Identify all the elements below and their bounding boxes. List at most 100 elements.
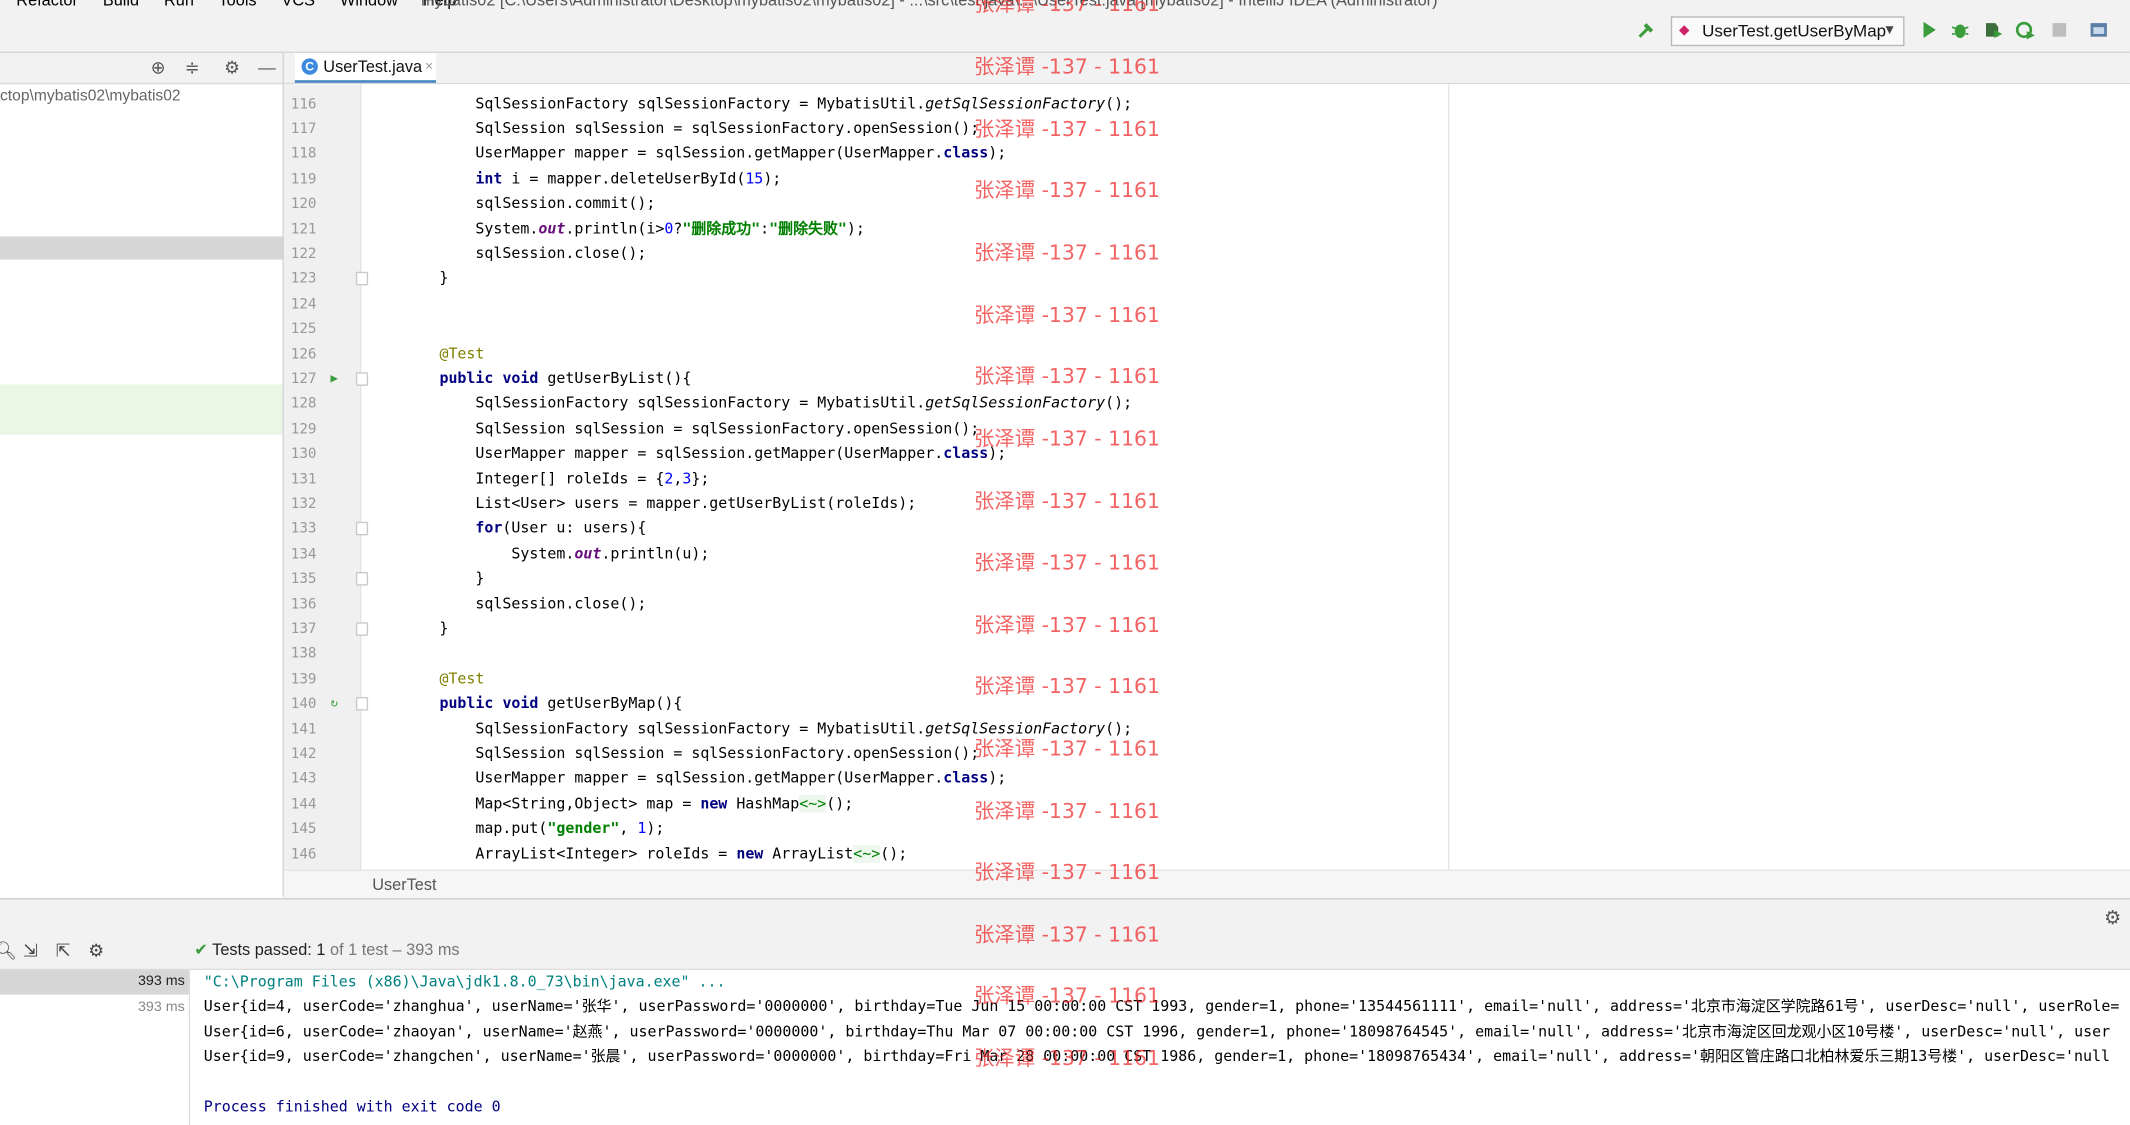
hide-panel-icon[interactable]: — bbox=[258, 57, 276, 77]
code-line[interactable]: 123 } bbox=[284, 267, 2130, 292]
watermark-text: 张泽谭 -137 - 1161 bbox=[973, 922, 1160, 948]
watermark-text: 张泽谭 -137 - 1161 bbox=[973, 673, 1160, 699]
run-icon[interactable] bbox=[1917, 19, 1941, 43]
code-editor[interactable]: 116 SqlSessionFactory sqlSessionFactory … bbox=[283, 84, 2130, 870]
collapse-all-icon[interactable]: ≑ bbox=[185, 57, 200, 79]
line-number: 128 bbox=[290, 395, 317, 413]
gear-icon[interactable]: ⚙ bbox=[224, 57, 240, 79]
export-tests-icon[interactable]: ⇱ bbox=[56, 940, 71, 962]
fold-marker-icon[interactable] bbox=[355, 697, 369, 711]
code-line[interactable]: 129 SqlSession sqlSession = sqlSessionFa… bbox=[284, 417, 2130, 442]
tests-passed-count: 1 bbox=[316, 940, 326, 960]
tab-usertest-java[interactable]: C UserTest.java × bbox=[294, 52, 437, 83]
breadcrumb-class[interactable]: UserTest bbox=[372, 871, 436, 898]
menu-run[interactable]: Run bbox=[164, 0, 194, 10]
watermark-text: 张泽谭 -137 - 1161 bbox=[973, 1046, 1160, 1071]
breadcrumb: UserTest bbox=[283, 869, 2130, 899]
console-exit-line: Process finished with exit code 0 bbox=[203, 1097, 501, 1116]
code-line[interactable]: 126 @Test bbox=[284, 342, 2130, 367]
menu-window[interactable]: Window bbox=[340, 0, 398, 10]
console-command-line: "C:\Program Files (x86)\Java\jdk1.8.0_73… bbox=[203, 972, 726, 991]
test-duration-child[interactable]: 393 ms bbox=[138, 999, 185, 1015]
project-root-path[interactable]: ctop\mybatis02\mybatis02 bbox=[0, 88, 181, 104]
locate-file-icon[interactable]: ⊕ bbox=[151, 57, 166, 79]
run-test-gutter-icon[interactable]: ↻ bbox=[326, 692, 342, 717]
code-line[interactable]: 124 bbox=[284, 292, 2130, 317]
code-line[interactable]: 137 } bbox=[284, 617, 2130, 642]
line-number: 137 bbox=[290, 620, 317, 638]
profile-icon[interactable] bbox=[2013, 19, 2037, 43]
line-number: 121 bbox=[290, 220, 317, 238]
code-line[interactable]: 146 ArrayList<Integer> roleIds = new Arr… bbox=[284, 842, 2130, 867]
menu-refactor[interactable]: Refactor bbox=[16, 0, 78, 10]
settings-icon[interactable]: ⚙ bbox=[88, 940, 104, 962]
watermark-text: 张泽谭 -137 - 1161 bbox=[973, 364, 1160, 389]
code-line[interactable]: 125 bbox=[284, 317, 2130, 342]
code-line[interactable]: 140 ↻ public void getUserByMap(){ bbox=[284, 692, 2130, 717]
menu-tools[interactable]: Tools bbox=[219, 0, 257, 10]
code-line[interactable]: 119 int i = mapper.deleteUserById(15); bbox=[284, 167, 2130, 192]
editor-tab-bar: C UserTest.java × bbox=[283, 52, 2130, 85]
code-line[interactable]: 132 List<User> users = mapper.getUserByL… bbox=[284, 492, 2130, 517]
code-text: SqlSession sqlSession = sqlSessionFactor… bbox=[403, 419, 980, 438]
line-number: 125 bbox=[290, 320, 317, 338]
test-tree-row-selected[interactable]: 393 ms bbox=[0, 970, 189, 995]
code-line[interactable]: 133 for(User u: users){ bbox=[284, 517, 2130, 542]
code-line[interactable]: 131 Integer[] roleIds = {2,3}; bbox=[284, 467, 2130, 492]
code-line[interactable]: 138 bbox=[284, 642, 2130, 667]
code-line[interactable]: 143 UserMapper mapper = sqlSession.getMa… bbox=[284, 767, 2130, 792]
code-line[interactable]: 141 SqlSessionFactory sqlSessionFactory … bbox=[284, 717, 2130, 742]
line-number: 124 bbox=[290, 295, 317, 313]
import-tests-icon[interactable]: ⇲ bbox=[23, 940, 38, 962]
code-line[interactable]: 139 @Test bbox=[284, 667, 2130, 692]
project-structure-icon[interactable] bbox=[2087, 19, 2111, 43]
code-line[interactable]: 127 ▶ public void getUserByList(){ bbox=[284, 367, 2130, 392]
menu-vcs[interactable]: VCS bbox=[282, 0, 316, 10]
fold-marker-icon[interactable] bbox=[355, 572, 369, 586]
run-test-gutter-icon[interactable]: ▶ bbox=[326, 367, 342, 392]
line-number: 132 bbox=[290, 495, 317, 513]
menu-build[interactable]: Build bbox=[103, 0, 139, 10]
code-line[interactable]: 118 UserMapper mapper = sqlSession.getMa… bbox=[284, 142, 2130, 167]
code-line[interactable]: 136 sqlSession.close(); bbox=[284, 592, 2130, 617]
console-output[interactable]: "C:\Program Files (x86)\Java\jdk1.8.0_73… bbox=[190, 970, 2130, 1125]
debug-icon[interactable] bbox=[1948, 19, 1972, 43]
code-text: map.put("gender", 1); bbox=[403, 819, 665, 838]
fold-marker-icon[interactable] bbox=[355, 522, 369, 536]
stop-icon[interactable] bbox=[2047, 19, 2071, 43]
watermark-text: 张泽谭 -137 - 1161 bbox=[973, 612, 1160, 638]
code-line[interactable]: 130 UserMapper mapper = sqlSession.getMa… bbox=[284, 442, 2130, 467]
window-title: mybatis02 [C:\Users\Administrator\Deskto… bbox=[421, 0, 1438, 10]
close-icon[interactable]: × bbox=[425, 53, 433, 82]
fold-marker-icon[interactable] bbox=[355, 372, 369, 386]
project-tree-selected-row[interactable] bbox=[0, 236, 283, 260]
line-number: 131 bbox=[290, 470, 317, 488]
line-number: 134 bbox=[290, 545, 317, 563]
code-line[interactable]: 128 SqlSessionFactory sqlSessionFactory … bbox=[284, 392, 2130, 417]
project-tree-highlighted-row[interactable] bbox=[0, 384, 283, 435]
gear-icon[interactable]: ⚙ bbox=[2104, 906, 2121, 929]
code-line[interactable]: 116 SqlSessionFactory sqlSessionFactory … bbox=[284, 92, 2130, 117]
code-line[interactable]: 134 System.out.println(u); bbox=[284, 542, 2130, 567]
test-duration: 393 ms bbox=[137, 972, 185, 990]
project-panel-header: ⊕ ≑ ⚙ — bbox=[0, 52, 283, 85]
code-line[interactable]: 122 sqlSession.close(); bbox=[284, 242, 2130, 267]
search-icon[interactable]: 🔍︎ bbox=[0, 940, 17, 962]
coverage-icon[interactable] bbox=[1981, 19, 2005, 43]
code-line[interactable]: 145 map.put("gender", 1); bbox=[284, 817, 2130, 842]
line-number: 122 bbox=[290, 245, 317, 263]
run-configuration-select[interactable]: ◆ UserTest.getUserByMap ▼ bbox=[1670, 16, 1905, 47]
line-number: 120 bbox=[290, 195, 317, 213]
line-number: 116 bbox=[290, 95, 317, 113]
code-line[interactable]: 117 SqlSession sqlSession = sqlSessionFa… bbox=[284, 117, 2130, 142]
line-number: 145 bbox=[290, 820, 317, 838]
build-hammer-icon[interactable] bbox=[1634, 19, 1658, 43]
java-class-icon: C bbox=[301, 58, 318, 75]
fold-marker-icon[interactable] bbox=[355, 622, 369, 636]
fold-marker-icon[interactable] bbox=[355, 272, 369, 286]
code-line[interactable]: 121 System.out.println(i>0?"删除成功":"删除失败"… bbox=[284, 217, 2130, 242]
code-line[interactable]: 142 SqlSession sqlSession = sqlSessionFa… bbox=[284, 742, 2130, 767]
code-line[interactable]: 120 sqlSession.commit(); bbox=[284, 192, 2130, 217]
code-line[interactable]: 135 } bbox=[284, 567, 2130, 592]
code-line[interactable]: 144 Map<String,Object> map = new HashMap… bbox=[284, 792, 2130, 817]
